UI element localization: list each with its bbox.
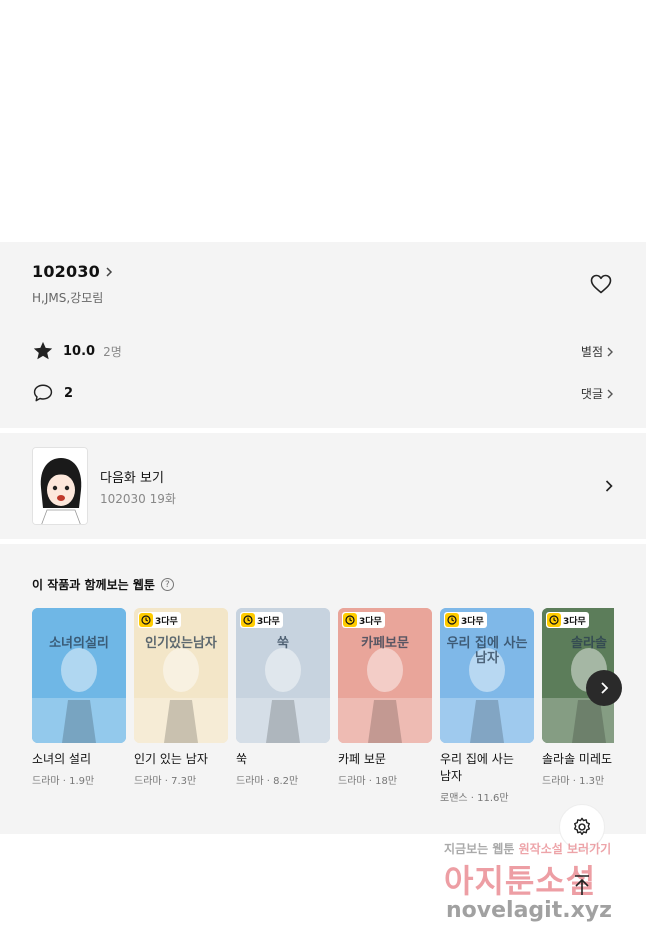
recommend-card[interactable]: 우리 집에 사는 남자 3다무우리 집에 사는 남자로맨스 · 11.6만 [440,608,534,804]
rating-link-label: 별점 [580,345,603,359]
next-episode-label: 다음화 보기 [100,471,164,486]
work-title-link[interactable]: 102030 [32,262,114,281]
cover-art [236,608,330,743]
help-icon[interactable]: ? [160,578,174,591]
next-episode-subtitle: 102030 19화 [100,492,176,506]
recommend-card[interactable]: 인기있는남자 3다무인기 있는 남자드라마 · 7.3만 [134,608,228,787]
recommend-title: 우리 집에 사는 남자 [440,752,514,783]
recommend-cover: 카페보문 3다무 [338,608,432,743]
recommend-title: 쑥 [236,752,248,766]
clock-icon [547,613,561,627]
watermark-line1: 지금보는 웹툰 원작소설 보러가기 [444,840,611,857]
arrow-up-icon [575,875,589,895]
carousel-next-button[interactable] [586,670,622,706]
recommend-card[interactable]: 쑥 3다무쑥드라마 · 8.2만 [236,608,330,787]
scroll-top-button[interactable] [559,862,605,908]
recommend-meta: 드라마 · 1.9만 [32,776,95,787]
cover-title-art: 우리 집에 사는 남자 [446,636,528,666]
recommend-carousel[interactable]: 소녀의설리소녀의 설리드라마 · 1.9만 인기있는남자 3다무인기 있는 남자드라… [32,608,614,818]
work-authors: H,JMS,강모림 [32,291,104,305]
wait-free-badge: 3다무 [342,612,385,628]
chevron-right-icon [106,266,113,277]
comment-link[interactable]: 댓글 [581,385,614,402]
recommend-cover: 소녀의설리 [32,608,126,743]
recommend-title: 인기 있는 남자 [134,752,208,766]
comment-count: 2 [64,385,74,401]
chevron-right-icon [607,347,613,356]
clock-icon [445,613,459,627]
gear-icon [573,817,591,836]
chevron-right-icon [601,682,609,694]
badge-label: 3다무 [359,616,382,627]
chevron-right-icon [605,480,613,492]
rating-summary: 10.0 2명 [32,339,122,363]
recommend-meta: 드라마 · 1.3만 [542,776,605,787]
wait-free-badge: 3다무 [240,612,283,628]
recommend-meta: 드라마 · 18만 [338,776,398,787]
cover-title-art: 소녀의설리 [49,636,109,651]
cover-art [440,608,534,743]
cover-art [32,608,126,743]
recommend-title: 카페 보문 [338,752,386,766]
rating-link[interactable]: 별점 [581,343,614,360]
next-episode-thumbnail [32,447,88,525]
badge-label: 3다무 [563,616,586,627]
cover-title-art: 쑥 [277,636,289,651]
watermark-text: 원작소설 [518,842,563,856]
chevron-right-icon [607,389,613,398]
watermark-text: 보러가기 [567,842,612,856]
star-icon [33,341,53,360]
recommend-heading: 이 작품과 함께보는 웹툰 ? [32,576,174,593]
recommend-meta: 드라마 · 8.2만 [236,776,299,787]
badge-label: 3다무 [257,616,280,627]
clock-icon [241,613,255,627]
divider [0,428,646,433]
watermark: 지금보는 웹툰 원작소설 보러가기 아지툰소설 novelagit.xyz [444,840,634,930]
watermark-text: 웹툰 [492,842,515,856]
cover-art [338,608,432,743]
recommend-meta: 드라마 · 7.3만 [134,776,197,787]
recommend-title: 솔라솔 미레도 [542,752,613,766]
cover-art [134,608,228,743]
rating-count: 2명 [103,344,122,359]
recommend-cover: 인기있는남자 3다무 [134,608,228,743]
wait-free-badge: 3다무 [444,612,487,628]
recommend-meta: 로맨스 · 11.6만 [440,793,509,804]
wait-free-badge: 3다무 [138,612,181,628]
cover-title-art: 카페보문 [361,636,409,651]
watermark-text: 지금보는 [444,842,489,856]
recommend-card[interactable]: 카페보문 3다무카페 보문드라마 · 18만 [338,608,432,787]
divider [0,539,646,544]
comment-bubble-icon [33,384,53,402]
comment-link-label: 댓글 [580,387,603,401]
recommend-cover: 쑥 3다무 [236,608,330,743]
work-title: 102030 [32,262,100,281]
recommend-title: 소녀의 설리 [32,752,92,766]
next-episode-link[interactable] [0,434,646,538]
comment-summary: 2 [32,381,73,405]
page: 102030 H,JMS,강모림 10.0 2명 별점 2 댓글 다음화 보기 … [0,0,646,949]
badge-label: 3다무 [461,616,484,627]
wait-free-badge: 3다무 [546,612,589,628]
top-blank-area [0,0,646,242]
clock-icon [343,613,357,627]
clock-icon [139,613,153,627]
recommend-heading-text: 이 작품과 함께보는 웹툰 [32,578,155,592]
recommend-card[interactable]: 소녀의설리소녀의 설리드라마 · 1.9만 [32,608,126,787]
badge-label: 3다무 [155,616,178,627]
recommend-cover: 우리 집에 사는 남자 3다무 [440,608,534,743]
cover-title-art: 솔라솔 [571,636,607,651]
rating-value: 10.0 [63,343,96,359]
heart-icon[interactable] [589,272,613,296]
cover-title-art: 인기있는남자 [145,636,217,651]
